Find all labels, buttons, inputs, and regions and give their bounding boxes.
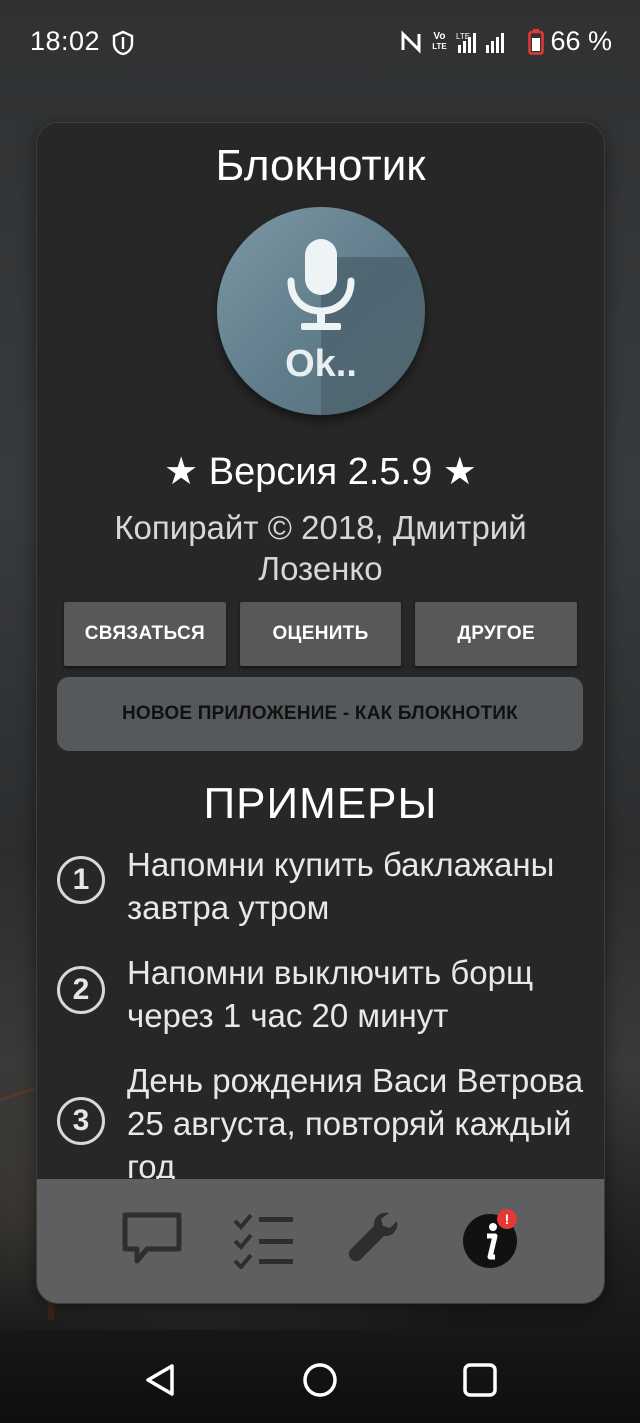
examples-heading: ПРИМЕРЫ <box>203 779 438 828</box>
svg-text:LTE: LTE <box>456 32 470 41</box>
contact-button[interactable]: СВЯЗАТЬСЯ <box>64 602 226 666</box>
signal-icon: LTE <box>456 32 505 53</box>
checklist-icon <box>233 1213 293 1270</box>
microphone-icon <box>287 239 355 330</box>
logo-text: Ok.. <box>285 343 357 385</box>
back-icon[interactable] <box>140 1360 180 1400</box>
home-icon[interactable] <box>300 1360 340 1400</box>
recents-icon[interactable] <box>460 1360 500 1400</box>
wrench-icon <box>348 1212 398 1262</box>
shield-icon <box>112 30 134 56</box>
nfc-icon <box>401 29 421 54</box>
bottom-tab-bar: ! <box>37 1179 604 1303</box>
status-indicators: Vo LTE LTE 66 % <box>400 26 612 57</box>
app-logo: Ok.. <box>217 207 425 415</box>
example-text: День рождения Васи Ветрова 25 августа, п… <box>127 1062 584 1185</box>
battery-icon <box>528 28 545 55</box>
info-icon: ! <box>463 1209 517 1268</box>
copyright-label: Копирайт © 2018, Дмитрий Лозенко <box>114 509 527 587</box>
example-number-badge: 3 <box>57 1097 105 1145</box>
action-buttons: СВЯЗАТЬСЯ ОЦЕНИТЬ ДРУГОЕ <box>64 602 578 666</box>
version-label: ★ Версия 2.5.9 ★ <box>164 451 477 493</box>
app-title: Блокнотик <box>215 141 426 190</box>
tab-settings[interactable] <box>343 1209 409 1269</box>
example-text: Напомни купить баклажаны завтра утром <box>127 846 555 926</box>
navigation-bar <box>0 1330 640 1423</box>
example-text: Напомни выключить борщ через 1 час 20 ми… <box>127 954 534 1034</box>
volte-icon: Vo LTE <box>432 30 447 51</box>
info-badge: ! <box>505 1211 510 1227</box>
example-number-badge: 2 <box>57 966 105 1014</box>
rate-button[interactable]: ОЦЕНИТЬ <box>239 602 402 666</box>
tab-tasks[interactable] <box>231 1209 297 1270</box>
battery-percent: 66 % <box>550 26 612 56</box>
tab-info[interactable]: ! <box>457 1209 523 1269</box>
status-time: 18:02 <box>30 26 101 56</box>
other-button[interactable]: ДРУГОЕ <box>415 602 578 666</box>
example-number-badge: 1 <box>57 856 105 904</box>
status-bar: 18:02 Vo LTE LTE 66 % <box>0 0 640 88</box>
chat-bubble-icon <box>122 1212 182 1264</box>
new-app-button[interactable]: НОВОЕ ПРИЛОЖЕНИЕ - КАК БЛОКНОТИК <box>57 677 583 751</box>
tab-chat[interactable] <box>119 1209 185 1269</box>
about-dialog: Блокнотик Ok.. ★ Версия 2.5.9 ★ Копирайт… <box>36 122 605 1304</box>
